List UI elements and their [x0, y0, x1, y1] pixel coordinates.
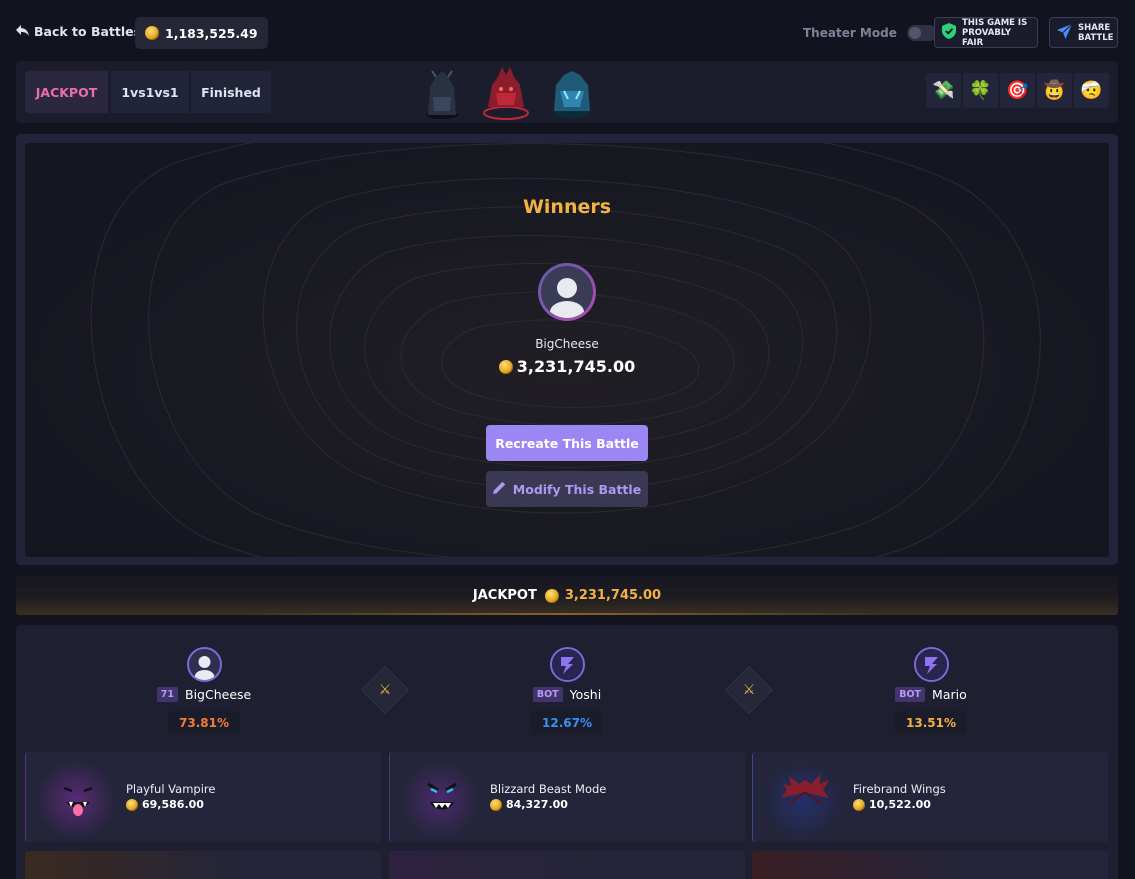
crossed-swords-icon: ⚔: [378, 682, 392, 698]
balance-display: 1,183,525.49: [135, 17, 268, 49]
lightning-bolt-icon: [915, 649, 947, 680]
battle-info-bar: JACKPOT 1vs1vs1 Finished 💸 🍀 🎯 🤠 🤕: [16, 61, 1118, 123]
coin-icon: [498, 359, 513, 374]
won-item-card[interactable]: Playful Vampire 69,586.00: [25, 752, 381, 842]
winners-panel: Winners BigCheese 3,231,745.00 Recreate …: [16, 134, 1118, 565]
bot-badge: BOT: [532, 687, 563, 702]
item-value-text: 84,327.00: [506, 798, 568, 811]
player-name[interactable]: Yoshi: [570, 687, 602, 702]
player-card: BOT Yoshi 12.67%: [467, 647, 667, 735]
wings-icon: [781, 774, 829, 805]
shield-check-icon: [942, 23, 956, 42]
versus-divider: ⚔: [360, 665, 410, 715]
item-name: Blizzard Beast Mode: [490, 782, 607, 796]
bot-avatar[interactable]: [913, 647, 949, 682]
tab-jackpot[interactable]: JACKPOT: [25, 71, 108, 113]
player-card: BOT Mario 13.51%: [831, 647, 1031, 735]
coin-icon: [126, 798, 138, 811]
won-item-card[interactable]: [752, 851, 1108, 879]
winner-amount: 3,231,745.00: [25, 357, 1109, 376]
reaction-money-icon[interactable]: 💸: [926, 73, 961, 108]
back-arrow-icon: [16, 24, 29, 39]
player-win-percent: 73.81%: [168, 711, 240, 735]
reaction-cowboy-icon[interactable]: 🤠: [1037, 73, 1072, 108]
item-value: 10,522.00: [853, 798, 931, 811]
won-item-card[interactable]: Blizzard Beast Mode 84,327.00: [389, 752, 745, 842]
jackpot-label: JACKPOT: [472, 588, 537, 603]
coin-icon: [490, 798, 502, 811]
player-avatar[interactable]: [186, 647, 222, 682]
user-silhouette-icon: [541, 266, 593, 318]
share-line-1: SHARE: [1078, 22, 1111, 33]
bot-badge: BOT: [895, 687, 926, 702]
item-name: Playful Vampire: [126, 782, 216, 796]
modify-battle-label: Modify This Battle: [512, 481, 642, 497]
jackpot-amount: 3,231,745.00: [564, 588, 662, 603]
reaction-clover-icon[interactable]: 🍀: [963, 73, 998, 108]
player-win-percent: 12.67%: [531, 711, 603, 735]
winner-name: BigCheese: [535, 337, 599, 351]
share-line-2: BATTLE: [1078, 32, 1114, 43]
pencil-icon: [492, 481, 506, 497]
coin-icon: [544, 588, 559, 603]
coin-icon: [853, 798, 865, 811]
winner-avatar: [538, 263, 596, 321]
item-name: Firebrand Wings: [853, 782, 946, 796]
back-to-battles-link[interactable]: Back to Battles: [16, 24, 141, 39]
theater-mode-label: Theater Mode: [803, 26, 897, 40]
winner-amount-value: 3,231,745.00: [516, 357, 636, 376]
beast-face-icon: [427, 782, 457, 810]
battle-cases: [426, 67, 590, 120]
vampire-face-icon: [63, 786, 93, 816]
player-card: 71 BigCheese 73.81%: [104, 647, 304, 735]
player-level-badge: 71: [156, 687, 178, 702]
case-red-demon-icon: [483, 67, 529, 120]
player-win-percent: 13.51%: [895, 711, 967, 735]
winners-title: Winners: [522, 196, 612, 218]
provably-fair-button[interactable]: THIS GAME IS PROVABLY FAIR: [934, 17, 1038, 48]
reaction-bandage-icon[interactable]: 🤕: [1074, 73, 1109, 108]
recreate-battle-button[interactable]: Recreate This Battle: [486, 425, 648, 461]
back-label: Back to Battles: [34, 24, 142, 39]
players-section: 71 BigCheese 73.81% ⚔ BOT Yoshi 12.67% ⚔…: [16, 625, 1118, 879]
send-icon: [1057, 23, 1073, 42]
crossed-swords-icon: ⚔: [742, 682, 756, 698]
tab-status[interactable]: Finished: [191, 71, 271, 113]
item-value-text: 10,522.00: [869, 798, 931, 811]
case-dark-armor-icon: [426, 70, 458, 119]
provably-fair-line-1: THIS GAME IS: [962, 17, 1028, 28]
balance-value: 1,183,525.49: [165, 25, 258, 41]
lightning-bolt-icon: [551, 649, 583, 680]
provably-fair-line-2: PROVABLY FAIR: [962, 27, 1012, 48]
versus-divider: ⚔: [724, 665, 774, 715]
won-item-card[interactable]: [25, 851, 381, 879]
share-battle-button[interactable]: SHARE BATTLE: [1049, 17, 1118, 48]
top-bar: Back to Battles 1,183,525.49 Theater Mod…: [0, 0, 1135, 62]
player-name[interactable]: BigCheese: [185, 687, 251, 702]
share-battle-label: SHARE BATTLE: [1078, 23, 1113, 43]
coin-icon: [145, 26, 159, 40]
bot-avatar[interactable]: [549, 647, 585, 682]
player-name[interactable]: Mario: [932, 687, 967, 702]
theater-mode: Theater Mode: [803, 25, 937, 41]
theater-mode-toggle[interactable]: [906, 25, 937, 41]
won-item-card[interactable]: [389, 851, 745, 879]
winners-inner: Winners BigCheese 3,231,745.00 Recreate …: [25, 143, 1109, 557]
provably-fair-label: THIS GAME IS PROVABLY FAIR: [962, 18, 1030, 48]
reaction-target-icon[interactable]: 🎯: [1000, 73, 1035, 108]
case-blue-beast-icon: [554, 71, 590, 118]
item-value: 84,327.00: [490, 798, 568, 811]
tab-mode[interactable]: 1vs1vs1: [111, 71, 189, 113]
modify-battle-button[interactable]: Modify This Battle: [486, 471, 648, 507]
item-value: 69,586.00: [126, 798, 204, 811]
won-item-card[interactable]: Firebrand Wings 10,522.00: [752, 752, 1108, 842]
jackpot-total-bar: JACKPOT 3,231,745.00: [16, 576, 1118, 615]
item-value-text: 69,586.00: [142, 798, 204, 811]
user-silhouette-icon: [194, 656, 214, 680]
reactions: 💸 🍀 🎯 🤠 🤕: [926, 73, 1109, 108]
